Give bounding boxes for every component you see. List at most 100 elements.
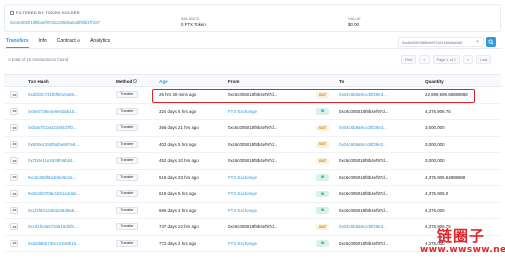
txn-hash-link[interactable]: 0x0e2b0708e1b51a4dde... [28,191,92,196]
txn-hash-link[interactable]: 0x5e0738e4e8e5dab10... [28,109,92,114]
direction-badge: OUT [316,124,329,131]
txn-hash-link[interactable]: 0xcdc658f8a4b5e9e2a... [28,175,92,180]
col-method-label: Method [116,78,133,84]
eye-icon [11,175,17,179]
view-details-eye-icon[interactable] [10,173,18,181]
to-address: 0xc6c005018f8b4ef97d... [339,207,389,213]
from-address[interactable]: FTX Exchange [228,175,288,180]
next-page-button[interactable]: > [463,55,474,64]
method-badge: Transfer [116,223,138,230]
direction-badge: OUT [316,141,329,148]
page-indicator: Page 1 of 1 [432,55,461,64]
view-details-eye-icon[interactable] [10,206,18,214]
clear-search-icon[interactable]: × [476,39,479,45]
txn-hash-link[interactable]: 0xd2b0c731f8f5610a68... [28,92,92,97]
txn-hash-link[interactable]: 0xcd1fe3a5734816d2f0... [28,224,92,229]
tab-analytics[interactable]: Analytics [90,38,110,48]
watermark-title: 链圈子 [436,227,485,245]
from-address[interactable]: FTX Exchange [228,241,288,246]
view-details-eye-icon[interactable] [10,157,18,164]
tab-divider [4,48,501,49]
from-address: 0xc6c005018f8b4ef97d... [228,141,278,147]
col-txn-hash: Txn Hash [28,78,49,84]
txn-age: 324 days 6 hrs ago [159,108,197,114]
txn-age: 737 days 22 hrs ago [159,224,199,229]
token-quantity: 3,000,000 [425,125,445,130]
txn-hash-link[interactable]: 0xba67f10a3248f4d7f0... [28,125,92,130]
method-badge: Transfer [116,91,138,98]
eye-icon [11,159,17,162]
txn-hash-link[interactable]: 0x800e1250f5d0e887e8... [28,142,92,147]
txn-hash-link[interactable]: 0x7b0e11e2638f46bd4... [28,158,92,163]
token-quantity: 22,999,999.58888888 [425,92,468,97]
txn-age: 516 days 23 hrs ago [159,174,199,180]
view-details-eye-icon[interactable] [10,190,18,197]
tab-contract-label: Contract [56,38,76,44]
txn-age: 666 days 2 hrs ago [159,207,197,213]
last-page-button[interactable]: Last [476,55,492,64]
watermark-logo: 链圈子 www.wwsww.net [420,227,505,256]
first-page-button[interactable]: First [401,55,417,64]
from-address[interactable]: FTX Exchange [228,191,288,196]
view-details-eye-icon[interactable] [10,107,18,115]
filter-label-text: FILTERED BY TOKEN HOLDER [16,10,80,15]
view-details-eye-icon[interactable] [10,91,18,98]
to-address[interactable]: 0x04c6b8a9ccd0f28e3... [339,142,397,147]
value-label: VALUE [348,16,361,21]
pagination: First < Page 1 of 1 > Last [401,55,492,64]
txn-age: 26 hrs 30 mins ago [159,92,197,97]
method-badge: Transfer [116,206,138,214]
method-badge: Transfer [116,124,138,131]
value-value: $0.00 [348,22,359,27]
txn-age: 402 days 5 hrs ago [159,141,197,147]
table-row: 0xba67f10a3248f4d7f0... Transfer 366 days … [4,120,501,137]
search-button[interactable] [486,37,496,47]
method-badge: Transfer [116,190,138,197]
from-address: 0xc6c005018f8b4ef97d... [228,125,278,130]
watermark-url: www.wwsww.net [420,245,505,255]
txn-age: 619 days 5 hrs ago [159,191,197,196]
filter-icon [10,10,14,15]
to-address[interactable]: 0x04c6b8a9ccd0f28e3... [339,224,397,229]
eye-icon [11,225,17,228]
eye-icon [11,93,17,96]
eye-icon [11,109,17,113]
method-badge: Transfer [116,173,138,181]
from-address[interactable]: FTX Exchange [228,208,288,213]
to-address[interactable]: 0x04c6b8a9ccd0f28e3... [339,92,397,97]
view-details-eye-icon[interactable] [10,124,18,131]
method-badge: Transfer [116,107,138,115]
tab-transfers[interactable]: Transfers [6,38,29,48]
view-details-eye-icon[interactable] [10,223,18,230]
direction-badge: OUT [316,223,329,230]
txn-hash-link[interactable]: 0xd2d8bb735cc0248b15... [28,241,92,246]
from-address[interactable]: FTX Exchange [228,109,288,114]
col-age[interactable]: Age [159,79,168,84]
table-row: 0x1f4f8414484a38d9a8... Transfer 666 days … [4,203,501,219]
filter-address-link[interactable]: 0xc6c005018f8b4ef97d31346d5a0a5f9f5f4f7d… [10,20,100,25]
search-icon [488,39,494,45]
transactions-summary: A total of 16 transactions found [8,57,69,62]
method-badge: Transfer [116,157,138,164]
to-address: 0xc6c005018f8b4ef97d... [339,158,389,163]
balance-value: 0 FTX Token [181,22,206,27]
direction-badge: IN [316,108,329,115]
token-quantity: 4,375,906.75 [425,108,451,114]
col-from: From [228,78,240,84]
token-quantity: 4,375,906.64888888 [425,174,466,180]
prev-page-button[interactable]: < [419,55,430,64]
direction-badge: IN [316,190,329,197]
from-address: 0xc6c005018f8b4ef97d... [228,158,278,163]
view-details-eye-icon[interactable] [10,239,18,247]
table-row: 0x800e1250f5d0e887e8... Transfer 402 days … [4,137,501,153]
tab-info[interactable]: Info [39,38,47,48]
address-search-input[interactable]: 0xc6c005018f8b4ef97d31346d5a0a5f [398,37,484,47]
view-details-eye-icon[interactable] [10,140,18,148]
to-address[interactable]: 0x04c6b8a9ccd0f28e3... [339,125,397,130]
tab-contract[interactable]: Contract ✪ [57,38,80,48]
txn-hash-link[interactable]: 0x1f4f8414484a38d9a8... [28,208,92,213]
token-quantity: 3,000,000 [425,158,445,163]
to-address: 0xc6c005018f8b4ef97d... [339,174,389,180]
to-address: 0xc6c005018f8b4ef97d... [339,108,389,114]
table-row: 0x7b0e11e2638f46bd4... Transfer 452 days 1… [4,153,501,170]
